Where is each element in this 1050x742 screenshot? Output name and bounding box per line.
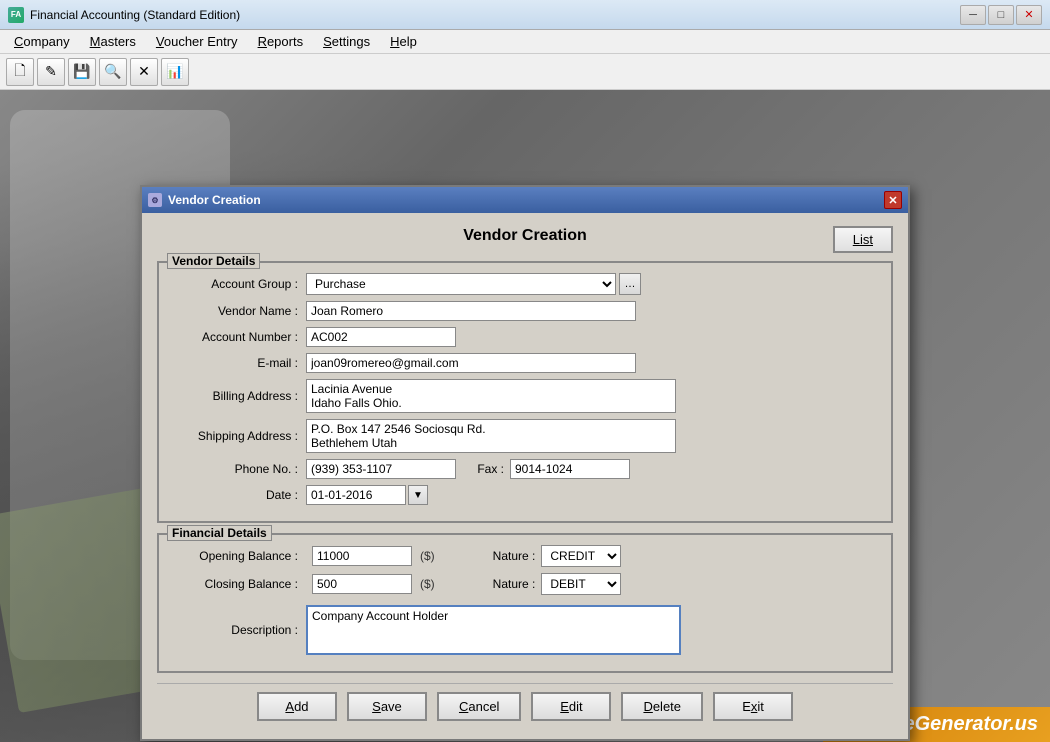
shipping-address-label: Shipping Address : xyxy=(171,429,306,443)
menu-voucher-entry[interactable]: Voucher Entry xyxy=(146,32,248,51)
vendor-name-input[interactable] xyxy=(306,301,636,321)
account-group-select[interactable]: Purchase Sales Cash Bank xyxy=(306,273,616,295)
description-row: Description : Company Account Holder xyxy=(171,605,879,655)
date-wrapper: ▼ xyxy=(306,485,428,505)
opening-balance-row: Opening Balance : ($) Nature : CREDIT DE… xyxy=(171,545,879,567)
vendor-details-legend: Vendor Details xyxy=(167,253,260,269)
vendor-name-row: Vendor Name : xyxy=(171,301,879,321)
shipping-address-input[interactable]: P.O. Box 147 2546 Sociosqu Rd. Bethlehem… xyxy=(306,419,676,453)
opening-nature-label: Nature : xyxy=(493,549,536,563)
delete-button[interactable]: Delete xyxy=(621,692,703,721)
toolbar-edit[interactable]: ✎ xyxy=(37,58,65,86)
dialog-title-bar: ⚙ Vendor Creation ✕ xyxy=(142,187,908,213)
opening-balance-input[interactable] xyxy=(312,546,412,566)
account-group-row: Account Group : Purchase Sales Cash Bank… xyxy=(171,273,879,295)
date-label: Date : xyxy=(171,488,306,502)
closing-nature-select[interactable]: DEBIT CREDIT xyxy=(541,573,621,595)
toolbar-report[interactable]: 📊 xyxy=(161,58,189,86)
toolbar-save[interactable]: 💾 xyxy=(68,58,96,86)
financial-details-section: Financial Details Opening Balance : ($) … xyxy=(157,533,893,673)
account-number-row: Account Number : xyxy=(171,327,879,347)
toolbar-search[interactable]: 🔍 xyxy=(99,58,127,86)
dialog-body: Vendor Creation List Vendor Details Acco… xyxy=(142,213,908,739)
menu-company[interactable]: Company xyxy=(4,32,80,51)
menu-help[interactable]: Help xyxy=(380,32,427,51)
date-input[interactable] xyxy=(306,485,406,505)
fax-input[interactable] xyxy=(510,459,630,479)
maximize-button[interactable]: □ xyxy=(988,5,1014,25)
email-input[interactable] xyxy=(306,353,636,373)
shipping-address-row: Shipping Address : P.O. Box 147 2546 Soc… xyxy=(171,419,879,453)
phone-input[interactable] xyxy=(306,459,456,479)
minimize-button[interactable]: ─ xyxy=(960,5,986,25)
vendor-name-label: Vendor Name : xyxy=(171,304,306,318)
date-picker-button[interactable]: ▼ xyxy=(408,485,428,505)
phone-label: Phone No. : xyxy=(171,462,306,476)
cancel-button[interactable]: Cancel xyxy=(437,692,521,721)
account-number-input[interactable] xyxy=(306,327,456,347)
save-button[interactable]: Save xyxy=(347,692,427,721)
dialog-overlay: ⚙ Vendor Creation ✕ Vendor Creation List… xyxy=(0,180,1050,742)
dialog-close-button[interactable]: ✕ xyxy=(884,191,902,209)
edit-button[interactable]: Edit xyxy=(531,692,611,721)
closing-balance-input[interactable] xyxy=(312,574,412,594)
account-number-label: Account Number : xyxy=(171,330,306,344)
menu-reports[interactable]: Reports xyxy=(248,32,314,51)
closing-balance-row: Closing Balance : ($) Nature : DEBIT CRE… xyxy=(171,573,879,595)
title-bar: FA Financial Accounting (Standard Editio… xyxy=(0,0,1050,30)
menu-bar: Company Masters Voucher Entry Reports Se… xyxy=(0,30,1050,54)
exit-button[interactable]: Exit xyxy=(713,692,793,721)
vendor-creation-dialog: ⚙ Vendor Creation ✕ Vendor Creation List… xyxy=(140,185,910,741)
account-group-browse[interactable]: … xyxy=(619,273,641,295)
dialog-heading: Vendor Creation xyxy=(157,223,893,249)
closing-currency: ($) xyxy=(418,577,437,591)
add-button[interactable]: Add xyxy=(257,692,337,721)
toolbar-delete[interactable]: ✕ xyxy=(130,58,158,86)
button-bar: Add Save Cancel Edit Delete Exit xyxy=(157,683,893,729)
window-controls: ─ □ ✕ xyxy=(960,5,1042,25)
dialog-title: Vendor Creation xyxy=(168,193,261,207)
opening-currency: ($) xyxy=(418,549,437,563)
billing-address-input[interactable]: Lacinia Avenue Idaho Falls Ohio. xyxy=(306,379,676,413)
account-group-wrapper: Purchase Sales Cash Bank … xyxy=(306,273,641,295)
opening-nature-select[interactable]: CREDIT DEBIT xyxy=(541,545,621,567)
description-label: Description : xyxy=(171,623,306,637)
close-button[interactable]: ✕ xyxy=(1016,5,1042,25)
closing-balance-label: Closing Balance : xyxy=(171,577,306,591)
vendor-details-section: Vendor Details Account Group : Purchase … xyxy=(157,261,893,523)
menu-settings[interactable]: Settings xyxy=(313,32,380,51)
email-label: E-mail : xyxy=(171,356,306,370)
fax-label: Fax : xyxy=(460,462,510,476)
list-button[interactable]: List xyxy=(833,226,893,253)
opening-balance-label: Opening Balance : xyxy=(171,549,306,563)
account-group-label: Account Group : xyxy=(171,277,306,291)
description-input[interactable]: Company Account Holder xyxy=(306,605,681,655)
background-area: ⚙ Vendor Creation ✕ Vendor Creation List… xyxy=(0,90,1050,742)
phone-fax-row: Phone No. : Fax : xyxy=(171,459,879,479)
date-row: Date : ▼ xyxy=(171,485,879,505)
closing-nature-label: Nature : xyxy=(493,577,536,591)
toolbar-new[interactable]: 🗋 xyxy=(6,58,34,86)
billing-address-label: Billing Address : xyxy=(171,389,306,403)
app-title: Financial Accounting (Standard Edition) xyxy=(30,8,960,22)
financial-details-legend: Financial Details xyxy=(167,525,272,541)
app-icon: FA xyxy=(8,7,24,23)
billing-address-row: Billing Address : Lacinia Avenue Idaho F… xyxy=(171,379,879,413)
dialog-icon: ⚙ xyxy=(148,193,162,207)
menu-masters[interactable]: Masters xyxy=(80,32,146,51)
toolbar: 🗋 ✎ 💾 🔍 ✕ 📊 xyxy=(0,54,1050,90)
email-row: E-mail : xyxy=(171,353,879,373)
